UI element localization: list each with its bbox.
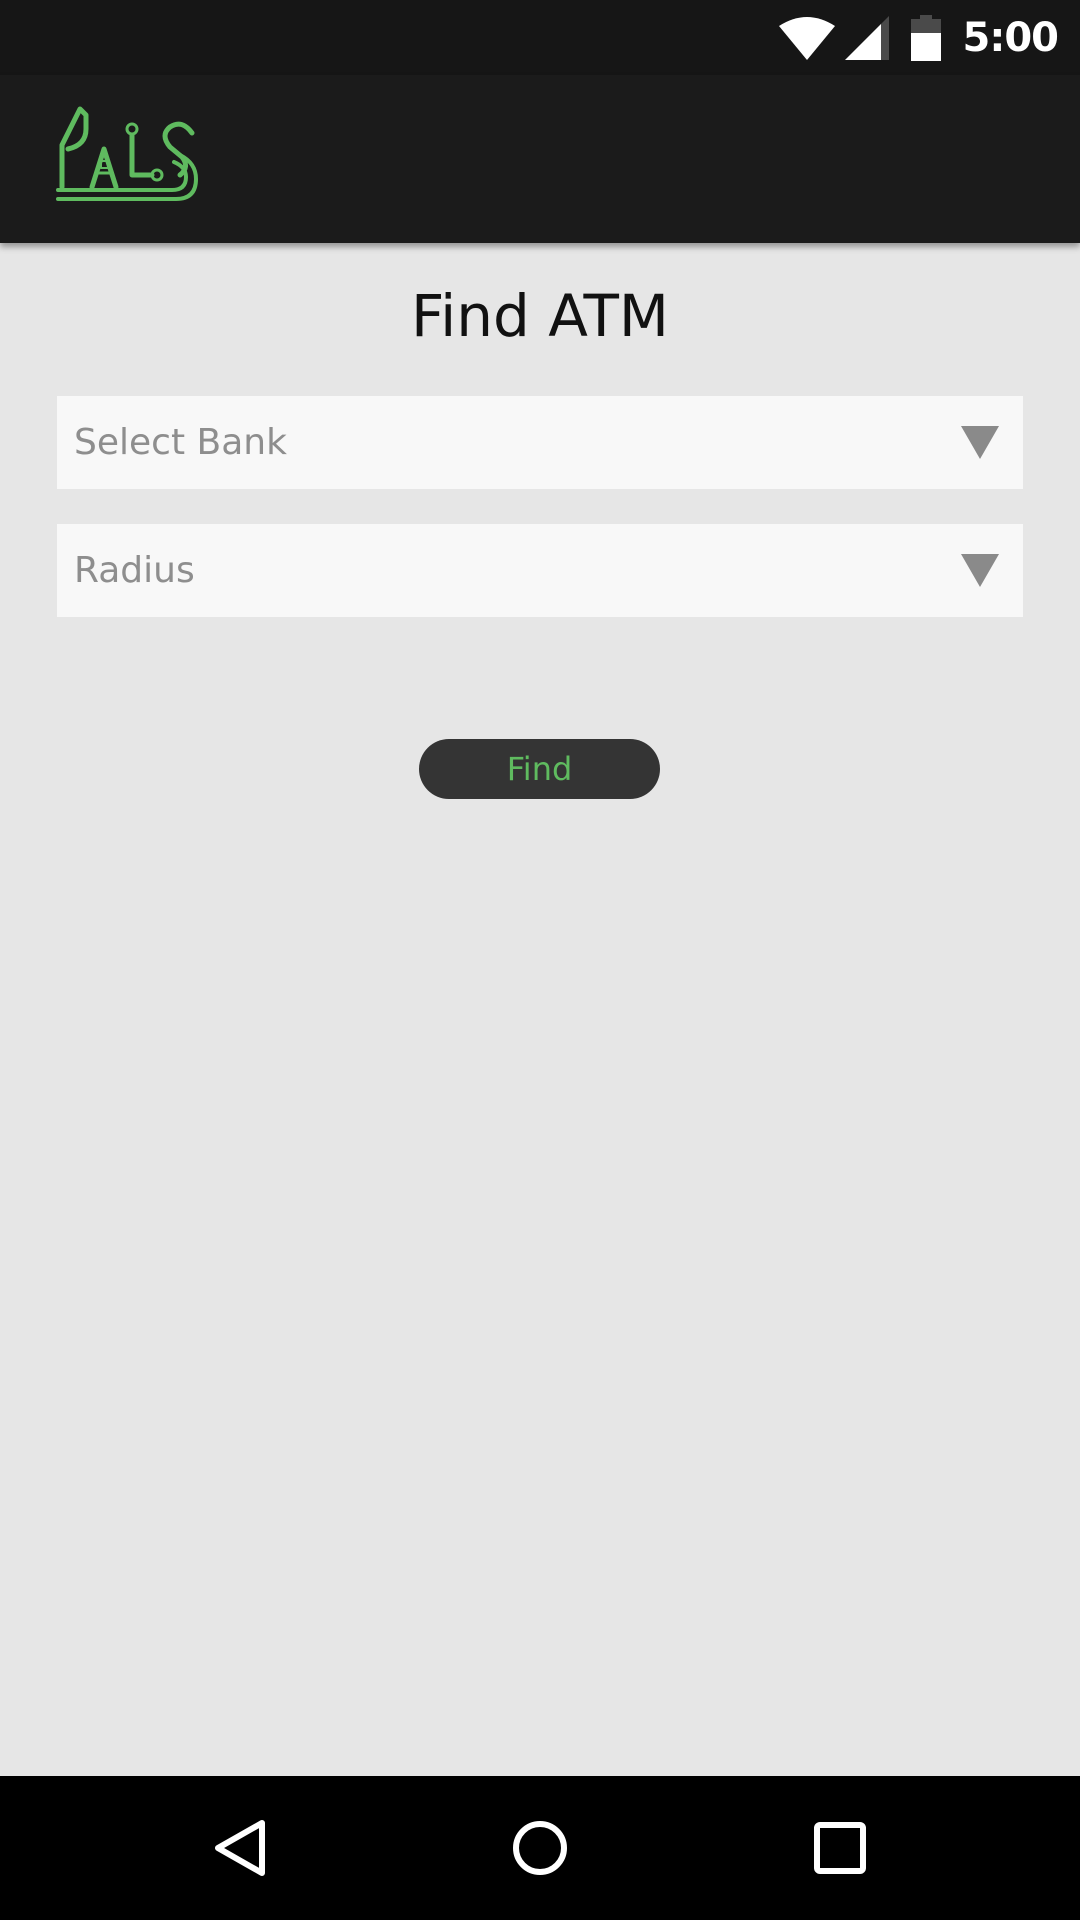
find-button[interactable]: Find <box>419 739 660 799</box>
status-bar: 5:00 <box>0 0 1080 75</box>
back-icon <box>215 1820 265 1876</box>
dropdown-arrow-icon <box>961 554 999 587</box>
page-title: Find ATM <box>411 282 669 350</box>
dropdown-arrow-icon <box>961 426 999 459</box>
battery-icon <box>910 14 941 61</box>
home-button[interactable] <box>480 1776 600 1920</box>
home-icon <box>513 1821 567 1875</box>
recent-apps-icon <box>814 1822 866 1874</box>
back-button[interactable] <box>180 1776 300 1920</box>
status-time: 5:00 <box>962 14 1059 61</box>
status-icons: 5:00 <box>778 0 1080 75</box>
radius-select[interactable]: Radius <box>57 524 1023 617</box>
wifi-icon <box>778 16 835 60</box>
app-toolbar <box>0 75 1080 243</box>
bank-select-value: Select Bank <box>74 422 287 463</box>
recent-apps-button[interactable] <box>780 1776 900 1920</box>
radius-select-value: Radius <box>74 550 195 591</box>
signal-icon <box>844 15 889 60</box>
system-navigation-bar <box>0 1776 1080 1920</box>
pals-logo-icon <box>56 106 198 201</box>
bank-select[interactable]: Select Bank <box>57 396 1023 489</box>
